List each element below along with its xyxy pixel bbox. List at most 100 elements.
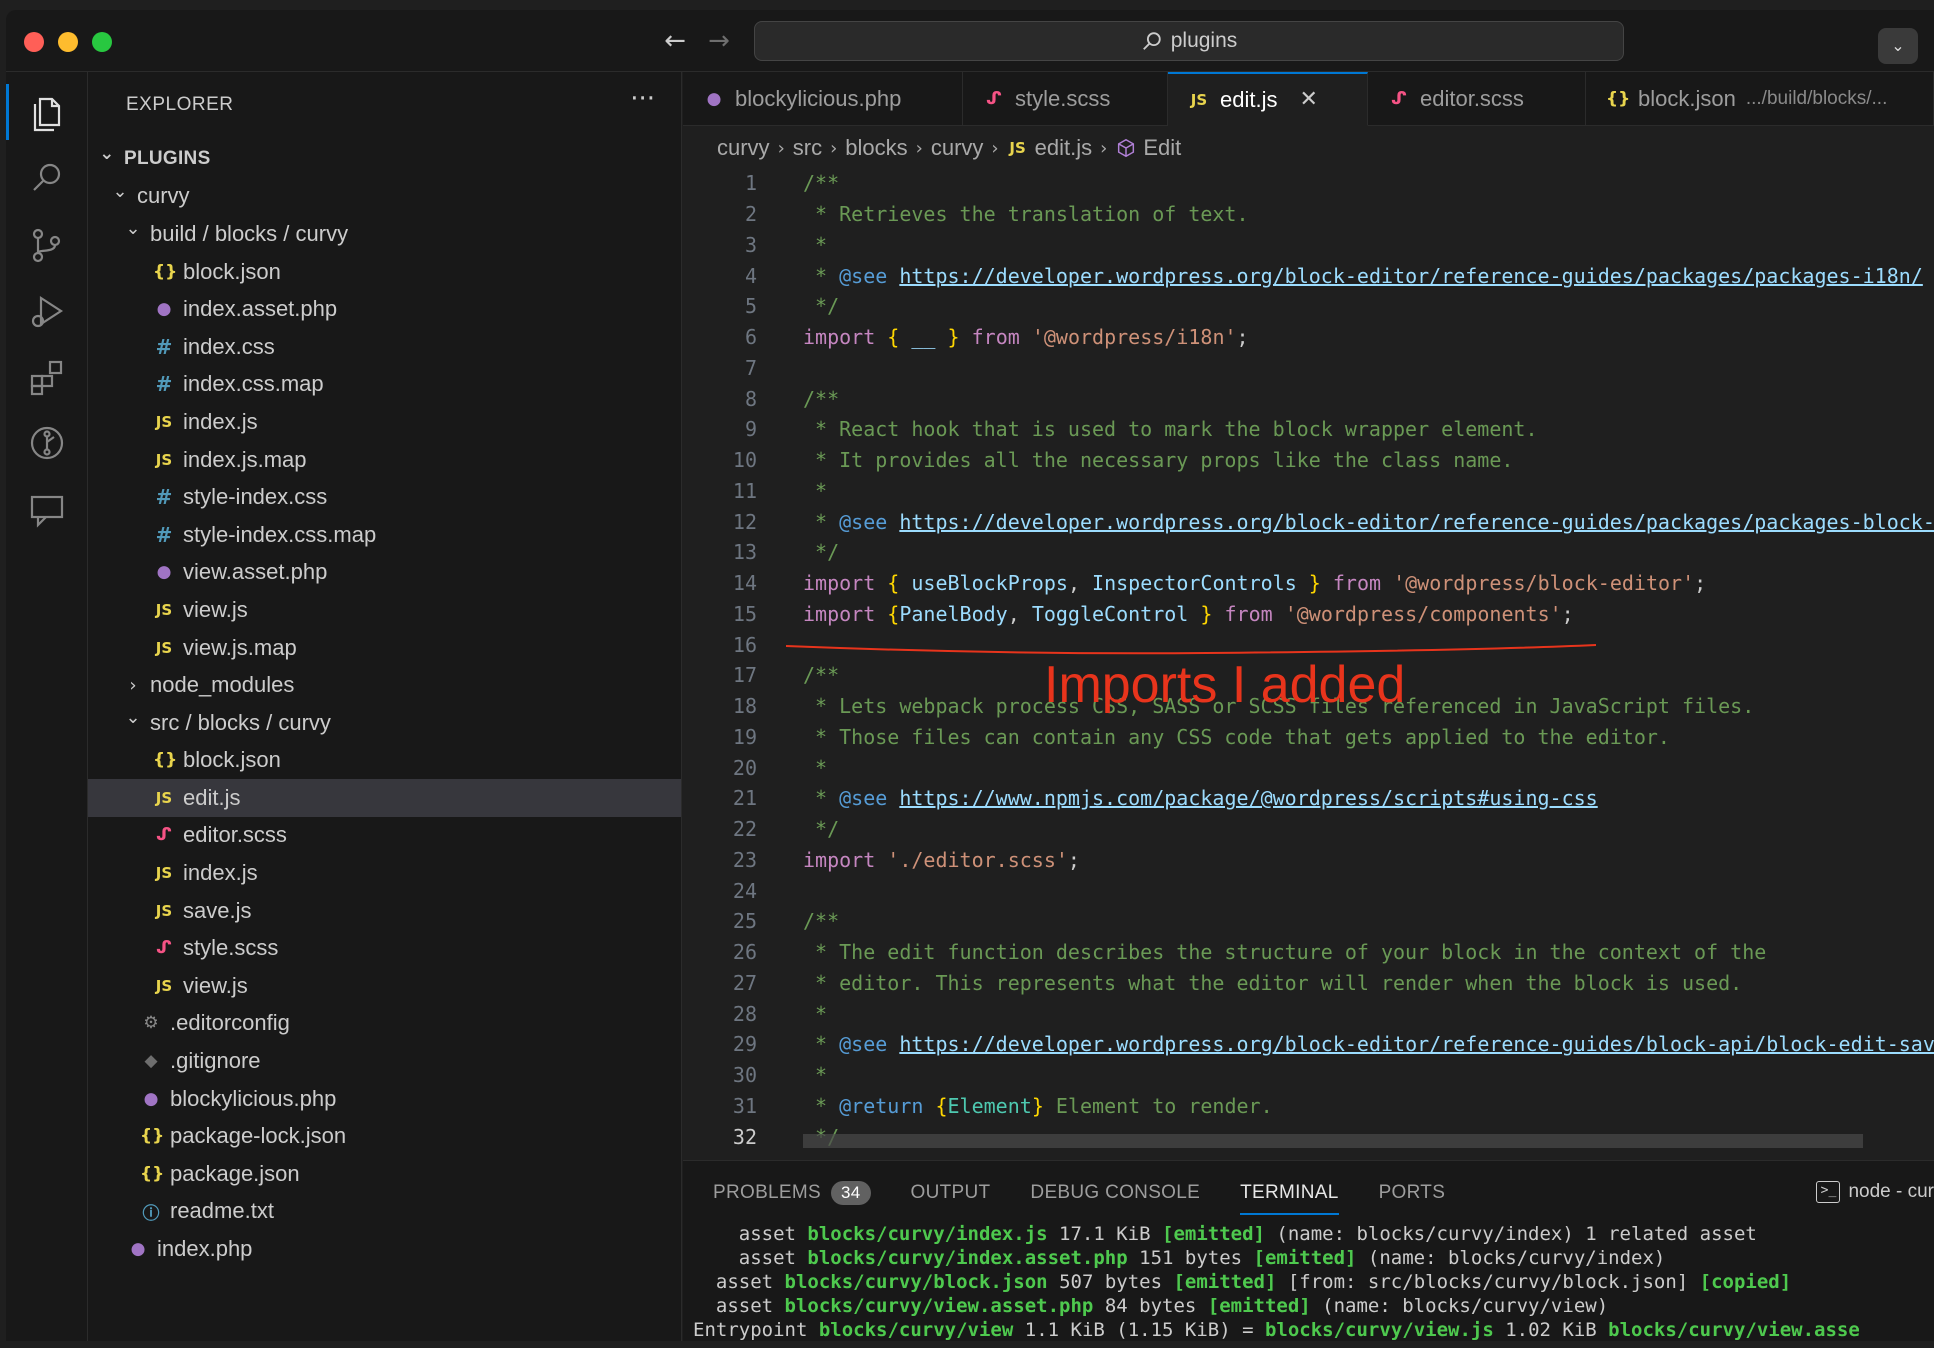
tree-item-label: node_modules [150, 672, 295, 698]
tree-item-label: style-index.css [183, 484, 328, 510]
explorer-title: EXPLORER [126, 94, 234, 115]
line-number: 22 [732, 817, 757, 842]
file-item[interactable]: ⓘ readme.txt [88, 1193, 681, 1231]
code-line: 15 import {PanelBody, ToggleControl } fro… [683, 599, 1934, 630]
activity-bar [6, 72, 88, 1341]
forward-arrow-icon[interactable]: → [704, 26, 734, 56]
php-file-icon: ● [706, 89, 722, 109]
extensions-icon[interactable] [6, 341, 88, 413]
file-item[interactable]: JS view.js.map [88, 629, 681, 667]
file-item[interactable]: JS view.js [88, 591, 681, 629]
breadcrumb-item[interactable]: Edit [1143, 135, 1181, 161]
minimize-window-button[interactable] [58, 32, 78, 52]
file-item[interactable]: JS index.js.map [88, 441, 681, 479]
tab-edit-js[interactable]: JS edit.js ✕ [1168, 72, 1368, 126]
file-item[interactable]: JS view.js [88, 967, 681, 1005]
folder-item[interactable]: ⌄ build / blocks / curvy [88, 215, 681, 253]
tree-item-label: index.asset.php [183, 296, 338, 322]
js-file-icon: JS [155, 788, 173, 807]
tree-item-label: .gitignore [170, 1048, 261, 1074]
code-line: 23 import './editor.scss'; [683, 845, 1934, 876]
terminal-output[interactable]: asset blocks/curvy/index.js 17.1 KiB [em… [693, 1223, 1860, 1341]
run-debug-icon[interactable] [6, 275, 88, 347]
file-item[interactable]: ● view.asset.php [88, 554, 681, 592]
file-item[interactable]: # style-index.css [88, 478, 681, 516]
maximize-window-button[interactable] [92, 32, 112, 52]
tab-blockylicious-php[interactable]: ● blockylicious.php [683, 72, 963, 126]
gear-file-icon: ⚙ [143, 1013, 159, 1034]
tree-item-label: index.js [183, 860, 258, 886]
file-item[interactable]: JS edit.js [88, 779, 681, 817]
js-file-icon: JS [155, 976, 173, 995]
file-item[interactable]: {} block.json [88, 742, 681, 780]
breadcrumb-item[interactable]: curvy [931, 135, 984, 161]
tab-block-json[interactable]: {} block.json .../build/blocks/... [1586, 72, 1934, 126]
remote-explorer-icon[interactable] [6, 473, 88, 545]
file-item[interactable]: JS index.js [88, 854, 681, 892]
folder-item[interactable]: ⌄ curvy [88, 178, 681, 216]
tab-style-scss[interactable]: ᔑ style.scss [963, 72, 1168, 126]
annotation-text: Imports I added [1044, 656, 1406, 714]
breadcrumb-item[interactable]: blocks [845, 135, 907, 161]
file-item[interactable]: ᔑ style.scss [88, 929, 681, 967]
file-item[interactable]: ⚙ .editorconfig [88, 1005, 681, 1043]
folder-item[interactable]: ⌄ src / blocks / curvy [88, 704, 681, 742]
file-item[interactable]: {} package.json [88, 1155, 681, 1193]
panel-tab-output[interactable]: OUTPUT [911, 1169, 991, 1217]
file-item[interactable]: {} block.json [88, 253, 681, 291]
explorer-icon[interactable] [6, 76, 88, 148]
panel-tab-ports[interactable]: PORTS [1379, 1169, 1446, 1217]
tree-item-label: index.php [157, 1236, 253, 1262]
back-arrow-icon[interactable]: ← [660, 26, 690, 56]
code-text: * @return {Element} Element to render. [803, 1093, 1273, 1118]
more-actions-icon[interactable]: ··· [630, 84, 655, 114]
breadcrumb-item[interactable]: curvy [717, 135, 770, 161]
breadcrumb-item[interactable]: edit.js [1035, 135, 1092, 161]
code-text: * @see https://developer.wordpress.org/b… [803, 509, 1934, 534]
css-file-icon: # [155, 372, 173, 397]
horizontal-scrollbar[interactable] [803, 1134, 1863, 1148]
file-item[interactable]: # index.css.map [88, 366, 681, 404]
title-bar: ← → plugins ⌄ [6, 10, 1934, 72]
chevron-right-icon: › [830, 137, 838, 159]
code-line: 21 * @see https://www.npmjs.com/package/… [683, 783, 1934, 814]
breadcrumb-item[interactable]: src [793, 135, 822, 161]
file-item[interactable]: # style-index.css.map [88, 516, 681, 554]
close-window-button[interactable] [24, 32, 44, 52]
panel-tab-problems[interactable]: PROBLEMS 34 [713, 1169, 871, 1217]
chevron-down-icon[interactable]: ⌄ [1878, 28, 1918, 64]
file-item[interactable]: {} package-lock.json [88, 1117, 681, 1155]
panel-tab-terminal[interactable]: TERMINAL [1240, 1169, 1340, 1217]
file-item[interactable]: JS save.js [88, 892, 681, 930]
line-number: 14 [732, 571, 757, 596]
file-item[interactable]: ◆ .gitignore [88, 1042, 681, 1080]
chevron-right-icon: › [991, 137, 999, 159]
terminal-selector[interactable]: >_ node - cur [1816, 1181, 1934, 1203]
file-item[interactable]: ᔑ editor.scss [88, 817, 681, 855]
git-graph-icon[interactable] [6, 407, 88, 479]
tab-editor-scss[interactable]: ᔑ editor.scss [1368, 72, 1586, 126]
close-icon[interactable]: ✕ [1299, 87, 1317, 112]
line-number: 32 [732, 1124, 757, 1149]
info-file-icon: ⓘ [142, 1203, 160, 1224]
code-text: * [803, 1001, 828, 1026]
code-text: * Retrieves the translation of text. [803, 202, 1249, 227]
file-item[interactable]: JS index.js [88, 403, 681, 441]
source-control-icon[interactable] [6, 209, 88, 281]
code-text: * @see https://developer.wordpress.org/b… [803, 1032, 1934, 1057]
tab-label: blockylicious.php [735, 86, 902, 111]
file-item[interactable]: ● index.php [88, 1230, 681, 1268]
file-item[interactable]: ● blockylicious.php [88, 1080, 681, 1118]
tree-item-label: view.js [183, 972, 248, 998]
line-number: 4 [744, 263, 757, 288]
file-item[interactable]: # index.css [88, 328, 681, 366]
search-icon[interactable] [6, 142, 88, 214]
folder-item[interactable]: ⌄ PLUGINS [88, 140, 681, 178]
terminal-icon: >_ [1816, 1181, 1841, 1203]
file-item[interactable]: ● index.asset.php [88, 290, 681, 328]
code-line: 24 [683, 875, 1934, 906]
folder-item[interactable]: › node_modules [88, 666, 681, 704]
panel-tab-debug-console[interactable]: DEBUG CONSOLE [1030, 1169, 1200, 1217]
line-number: 3 [744, 232, 757, 257]
command-center-search[interactable]: plugins [754, 21, 1624, 61]
